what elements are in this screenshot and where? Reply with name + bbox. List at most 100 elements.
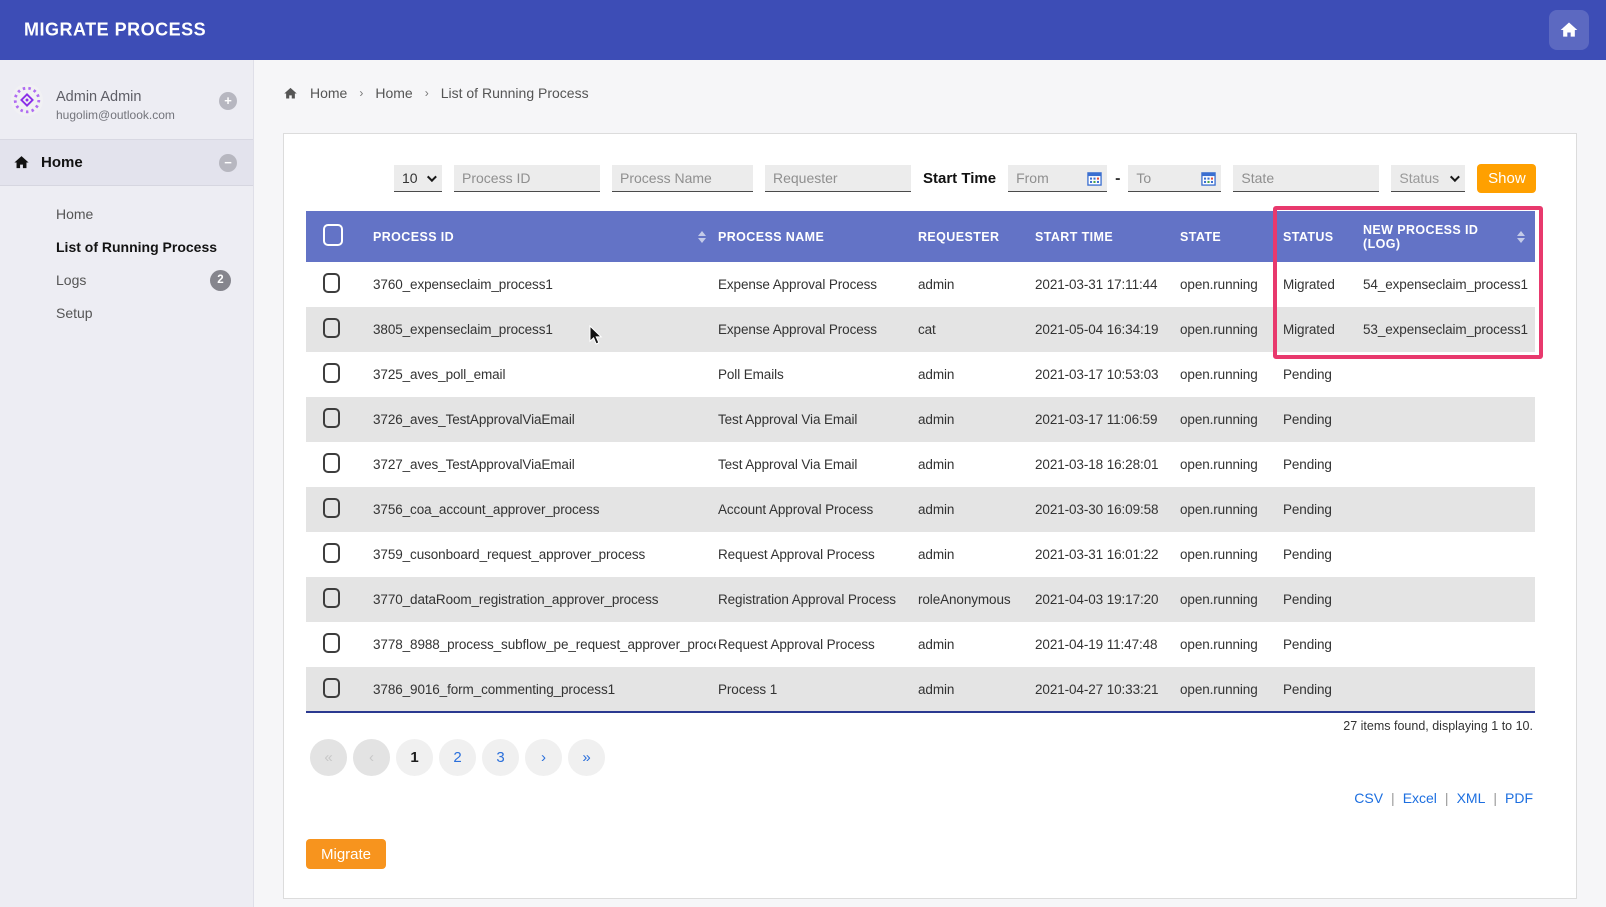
profile-expand-icon[interactable]: + [219, 92, 237, 110]
column-header-new-process-id[interactable]: NEW PROCESS ID (LOG) [1363, 223, 1517, 251]
cell-new-process-id [1361, 352, 1535, 397]
sort-icon[interactable] [698, 231, 706, 243]
cell-status: Pending [1281, 352, 1361, 397]
pagination: «‹123›» [310, 739, 605, 776]
pagination-page-3[interactable]: 3 [482, 739, 519, 776]
row-checkbox[interactable] [323, 273, 340, 293]
column-header-process-name[interactable]: PROCESS NAME [718, 230, 824, 244]
requester-input[interactable] [765, 165, 911, 192]
cell-process-id: 3726_aves_TestApprovalViaEmail [371, 397, 716, 442]
app-title: MIGRATE PROCESS [24, 20, 206, 41]
pagination-last[interactable]: » [568, 739, 605, 776]
row-checkbox[interactable] [323, 318, 340, 338]
breadcrumb: Home › Home › List of Running Process [283, 85, 589, 101]
page-size-select[interactable]: 10 [394, 165, 442, 192]
cell-start-time: 2021-03-31 17:11:44 [1033, 262, 1178, 307]
cell-process-name: Request Approval Process [716, 622, 916, 667]
export-link-csv[interactable]: CSV [1354, 790, 1383, 806]
calendar-icon[interactable] [1201, 171, 1216, 186]
filter-bar: 10 Start Time - [394, 164, 1536, 193]
cell-requester: admin [916, 622, 1033, 667]
logs-count-badge: 2 [210, 270, 231, 291]
home-button[interactable] [1549, 10, 1589, 50]
table-row: 3760_expenseclaim_process1Expense Approv… [306, 262, 1535, 307]
sidebar-item-list-of-running-process[interactable]: List of Running Process [0, 231, 253, 264]
avatar [10, 83, 44, 117]
cell-start-time: 2021-03-18 16:28:01 [1033, 442, 1178, 487]
start-time-label: Start Time [923, 170, 996, 187]
row-checkbox[interactable] [323, 678, 340, 698]
breadcrumb-home-2[interactable]: Home [375, 85, 412, 101]
breadcrumb-separator: › [359, 86, 363, 100]
cell-status: Pending [1281, 622, 1361, 667]
row-checkbox[interactable] [323, 453, 340, 473]
export-link-pdf[interactable]: PDF [1505, 790, 1533, 806]
sidebar-item-setup[interactable]: Setup [0, 297, 253, 330]
cell-status: Pending [1281, 532, 1361, 577]
pagination-page-1[interactable]: 1 [396, 739, 433, 776]
cell-requester: admin [916, 397, 1033, 442]
sidebar-section-home[interactable]: Home − [0, 140, 253, 186]
chevron-down-icon [1450, 172, 1460, 182]
migrate-button[interactable]: Migrate [306, 839, 386, 869]
process-id-input[interactable] [454, 165, 600, 192]
process-name-input[interactable] [612, 165, 753, 192]
page-size-value: 10 [402, 170, 418, 186]
column-header-start-time[interactable]: START TIME [1035, 230, 1113, 244]
section-collapse-icon[interactable]: − [219, 154, 237, 172]
row-checkbox[interactable] [323, 543, 340, 563]
export-link-excel[interactable]: Excel [1403, 790, 1437, 806]
cell-process-name: Account Approval Process [716, 487, 916, 532]
chevron-down-icon [427, 172, 437, 182]
items-summary: 27 items found, displaying 1 to 10. [1343, 719, 1533, 733]
cell-requester: admin [916, 352, 1033, 397]
row-checkbox[interactable] [323, 633, 340, 653]
sidebar-item-home[interactable]: Home [0, 198, 253, 231]
table-row: 3756_coa_account_approver_processAccount… [306, 487, 1535, 532]
table-row: 3778_8988_process_subflow_pe_request_app… [306, 622, 1535, 667]
sidebar-item-label: Home [56, 206, 93, 222]
pagination-next[interactable]: › [525, 739, 562, 776]
table-row: 3725_aves_poll_emailPoll Emailsadmin2021… [306, 352, 1535, 397]
column-header-requester[interactable]: REQUESTER [918, 230, 999, 244]
sidebar-item-label: Setup [56, 305, 93, 321]
cell-state: open.running [1178, 577, 1281, 622]
status-select[interactable]: Status [1391, 165, 1465, 192]
cell-requester: roleAnonymous [916, 577, 1033, 622]
breadcrumb-separator: › [425, 86, 429, 100]
status-placeholder: Status [1399, 170, 1439, 186]
cell-status: Pending [1281, 667, 1361, 712]
pagination-first: « [310, 739, 347, 776]
export-link-xml[interactable]: XML [1457, 790, 1486, 806]
cell-status: Pending [1281, 442, 1361, 487]
cell-process-id: 3770_dataRoom_registration_approver_proc… [371, 577, 716, 622]
calendar-icon[interactable] [1087, 171, 1102, 186]
cell-new-process-id [1361, 532, 1535, 577]
sidebar: Admin Admin hugolim@outlook.com + Home −… [0, 60, 254, 907]
column-header-process-id[interactable]: PROCESS ID [373, 230, 454, 244]
row-checkbox[interactable] [323, 363, 340, 383]
cell-state: open.running [1178, 667, 1281, 712]
table-row: 3786_9016_form_commenting_process1Proces… [306, 667, 1535, 712]
select-all-checkbox[interactable] [323, 224, 343, 246]
pagination-page-2[interactable]: 2 [439, 739, 476, 776]
column-header-state[interactable]: STATE [1180, 230, 1221, 244]
cell-process-id: 3760_expenseclaim_process1 [371, 262, 716, 307]
export-links: CSV|Excel|XML|PDF [1354, 790, 1533, 806]
row-checkbox[interactable] [323, 588, 340, 608]
pagination-prev: ‹ [353, 739, 390, 776]
start-time-to-wrap [1128, 165, 1221, 192]
column-header-status[interactable]: STATUS [1283, 230, 1334, 244]
state-input[interactable] [1233, 165, 1379, 192]
show-button[interactable]: Show [1477, 164, 1536, 193]
cell-start-time: 2021-04-03 19:17:20 [1033, 577, 1178, 622]
start-time-from-wrap [1008, 165, 1107, 192]
row-checkbox[interactable] [323, 408, 340, 428]
cell-process-id: 3759_cusonboard_request_approver_process [371, 532, 716, 577]
home-icon [283, 86, 298, 101]
sort-icon[interactable] [1517, 231, 1525, 243]
breadcrumb-home[interactable]: Home [310, 85, 347, 101]
row-checkbox[interactable] [323, 498, 340, 518]
sidebar-item-logs[interactable]: Logs 2 [0, 264, 253, 297]
user-profile: Admin Admin hugolim@outlook.com + [0, 60, 253, 140]
